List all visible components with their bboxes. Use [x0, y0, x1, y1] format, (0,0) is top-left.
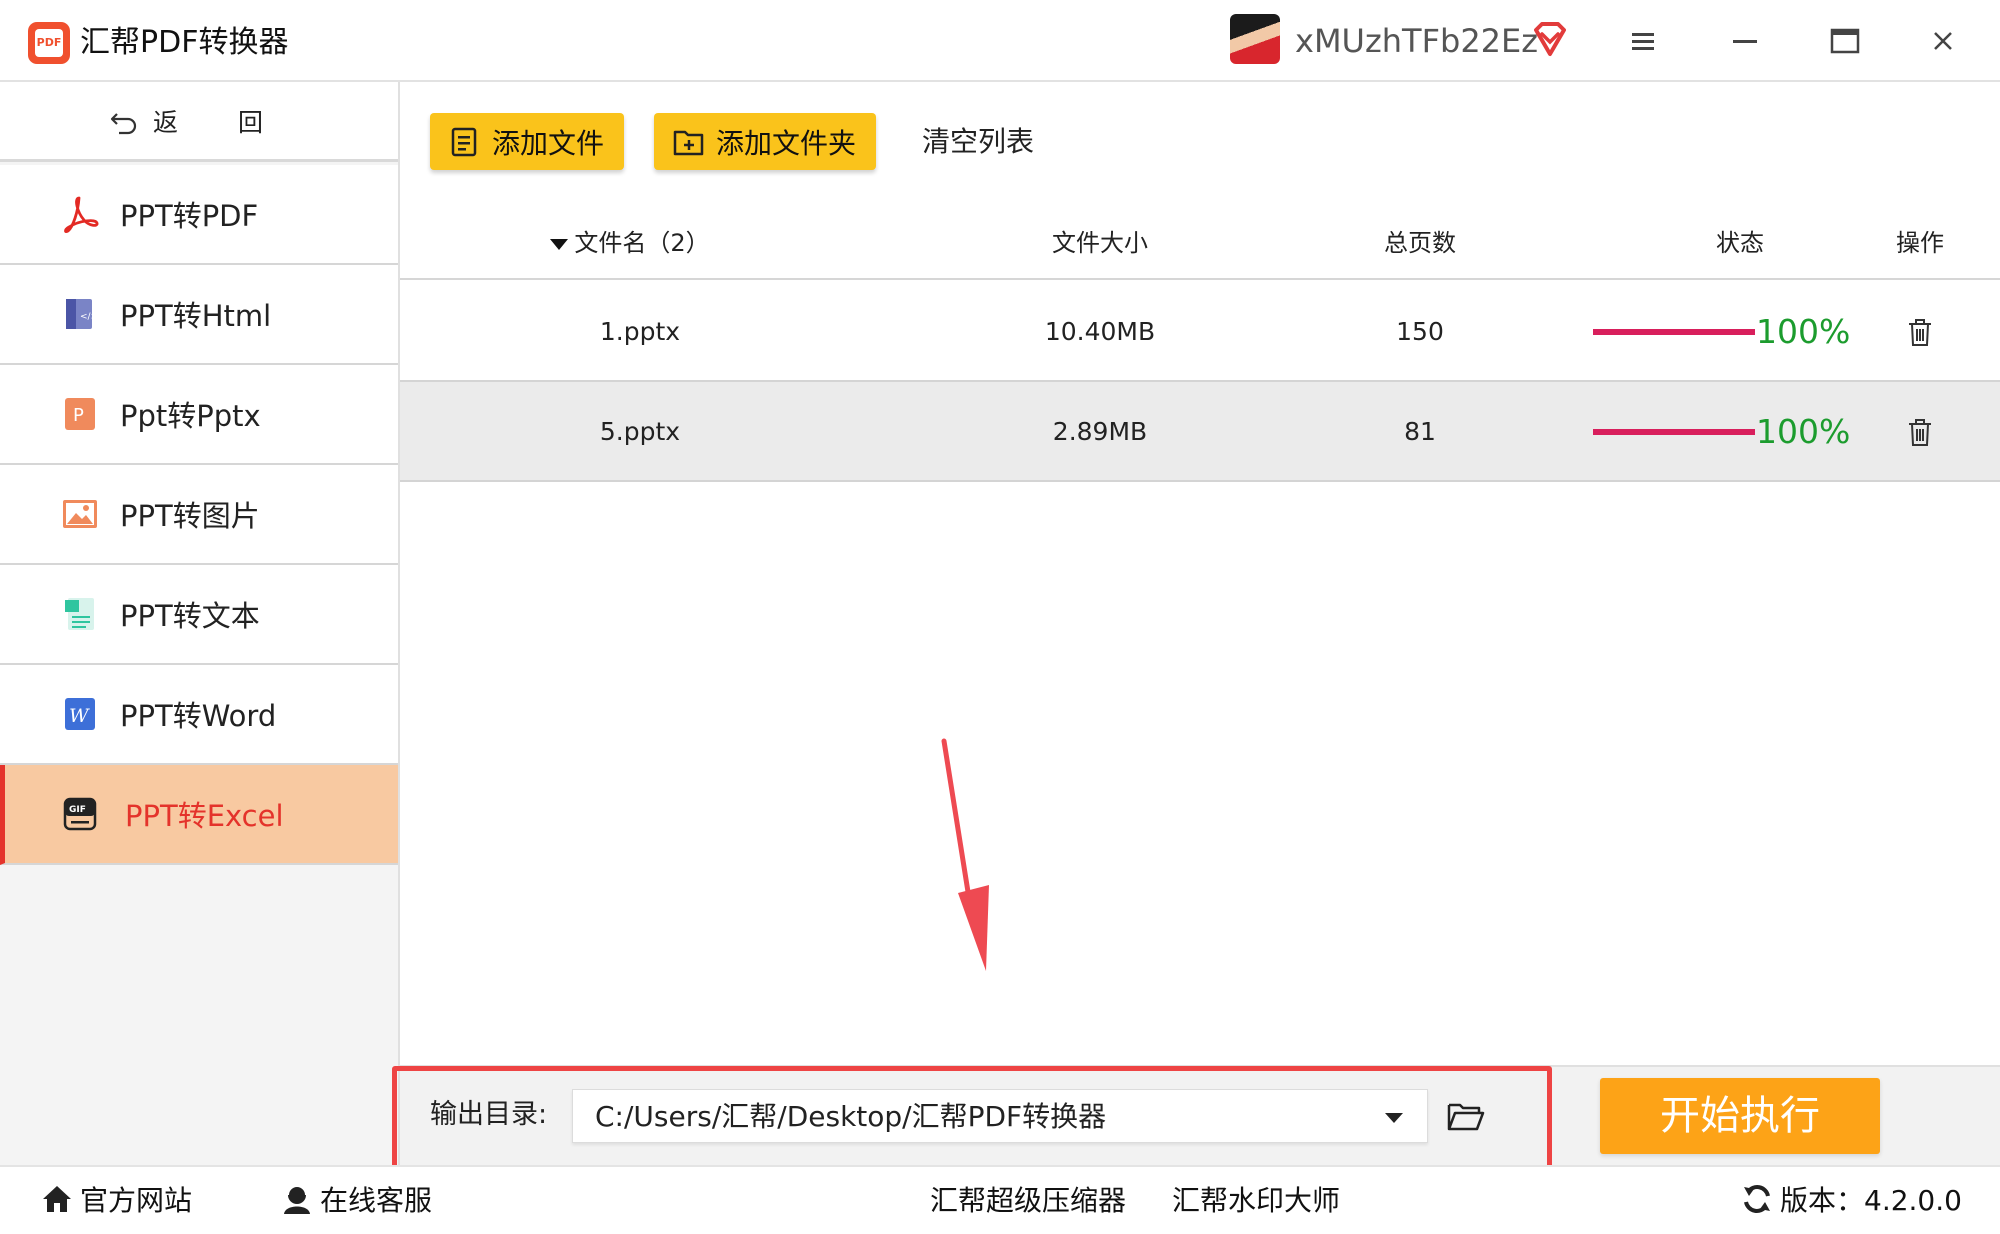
- official-website-label: 官方网站: [80, 1184, 193, 1217]
- home-icon: [43, 1186, 71, 1212]
- menu-icon[interactable]: [1620, 18, 1666, 64]
- file-size: 10.40MB: [1044, 317, 1156, 346]
- file-name: 1.pptx: [599, 317, 681, 346]
- svg-text:P: P: [73, 405, 84, 426]
- sidebar-item-ppt-to-text[interactable]: PPT转文本: [0, 565, 398, 665]
- progress-bar: [1593, 429, 1755, 435]
- maximize-icon[interactable]: [1822, 18, 1868, 64]
- column-header-name-label: 文件名（2）: [574, 229, 710, 257]
- back-label: 返 回: [153, 107, 289, 137]
- chevron-down-icon[interactable]: [1385, 1113, 1403, 1123]
- sidebar-item-ppt-to-image[interactable]: PPT转图片: [0, 465, 398, 565]
- sort-caret-icon: [550, 238, 569, 250]
- add-folder-label: 添加文件夹: [716, 126, 857, 160]
- user-avatar[interactable]: [1230, 14, 1280, 64]
- version-info: 版本：4.2.0.0: [1740, 1179, 1962, 1219]
- progress-percent: 100%: [1756, 412, 1851, 451]
- sidebar: 返 回 PPT转PDF </> PPT转Html P Ppt转Pptx PPT转…: [0, 82, 400, 1165]
- online-support-label: 在线客服: [320, 1184, 433, 1217]
- delete-icon[interactable]: [1904, 416, 1936, 448]
- version-label: 版本：4.2.0.0: [1780, 1184, 1962, 1217]
- html-file-icon: </>: [66, 299, 98, 329]
- sidebar-item-label: PPT转图片: [120, 499, 260, 533]
- output-dir-label: 输出目录:: [430, 1099, 548, 1130]
- add-file-label: 添加文件: [492, 126, 605, 160]
- svg-text:</>: </>: [80, 312, 98, 322]
- sidebar-item-ppt-to-pdf[interactable]: PPT转PDF: [0, 165, 398, 265]
- sidebar-item-ppt-to-pptx[interactable]: P Ppt转Pptx: [0, 365, 398, 465]
- sidebar-item-label: PPT转Excel: [125, 799, 284, 833]
- minimize-icon[interactable]: [1722, 18, 1768, 64]
- file-size: 2.89MB: [1052, 417, 1148, 446]
- pptx-icon: P: [65, 398, 95, 430]
- back-arrow-icon: [110, 112, 137, 134]
- progress-bar: [1593, 329, 1755, 335]
- support-agent-icon: [284, 1185, 310, 1214]
- add-file-icon: [451, 127, 477, 156]
- column-header-name[interactable]: 文件名（2）: [400, 208, 830, 278]
- sidebar-item-label: PPT转Word: [120, 699, 277, 733]
- output-path-value: C:/Users/汇帮/Desktop/汇帮PDF转换器: [595, 1100, 1107, 1133]
- status-bar: 官方网站 在线客服 汇帮超级压缩器 汇帮水印大师 版本：4.2.0.0: [0, 1165, 2000, 1234]
- text-file-icon: [65, 598, 94, 630]
- delete-icon[interactable]: [1904, 316, 1936, 348]
- clear-list-button[interactable]: 清空列表: [922, 122, 1034, 162]
- sidebar-item-ppt-to-html[interactable]: </> PPT转Html: [0, 265, 398, 365]
- sidebar-item-label: Ppt转Pptx: [120, 399, 261, 433]
- close-icon[interactable]: [1920, 18, 1966, 64]
- back-button[interactable]: 返 回: [0, 82, 398, 162]
- sidebar-item-label: PPT转PDF: [120, 199, 259, 233]
- gif-excel-icon: GIF: [63, 797, 97, 831]
- column-header-size: 文件大小: [1052, 229, 1148, 257]
- app-logo-text: PDF: [35, 29, 63, 57]
- word-icon: W: [65, 698, 95, 730]
- image-icon: [63, 500, 97, 528]
- watermark-link[interactable]: 汇帮水印大师: [1172, 1179, 1340, 1219]
- file-name: 5.pptx: [599, 417, 681, 446]
- start-button[interactable]: 开始执行: [1600, 1078, 1880, 1154]
- add-file-button[interactable]: 添加文件: [430, 113, 624, 170]
- column-header-action: 操作: [1896, 229, 1944, 257]
- refresh-icon: [1744, 1185, 1770, 1213]
- vip-diamond-icon[interactable]: [1530, 20, 1570, 60]
- official-website-link[interactable]: 官方网站: [40, 1179, 192, 1219]
- sidebar-item-ppt-to-word[interactable]: W PPT转Word: [0, 665, 398, 765]
- add-folder-button[interactable]: 添加文件夹: [654, 113, 876, 170]
- compressor-link[interactable]: 汇帮超级压缩器: [930, 1179, 1126, 1219]
- table-header: 文件名（2） 文件大小 总页数 状态 操作: [400, 208, 2000, 280]
- sidebar-item-ppt-to-excel[interactable]: GIF PPT转Excel: [0, 765, 398, 865]
- add-folder-icon: [673, 130, 704, 155]
- acrobat-icon: [64, 196, 99, 234]
- column-header-pages: 总页数: [1384, 229, 1456, 257]
- svg-text:GIF: GIF: [69, 805, 86, 815]
- username[interactable]: xMUzhTFb22Ez: [1295, 20, 1538, 62]
- online-support-link[interactable]: 在线客服: [280, 1179, 432, 1219]
- progress-percent: 100%: [1756, 312, 1851, 351]
- svg-text:W: W: [69, 705, 90, 727]
- column-header-status: 状态: [1716, 229, 1764, 257]
- sidebar-item-label: PPT转Html: [120, 299, 272, 333]
- sidebar-item-label: PPT转文本: [120, 599, 260, 633]
- title-bar: PDF 汇帮PDF转换器 xMUzhTFb22Ez: [0, 0, 2000, 82]
- annotation-arrow-icon: [941, 738, 989, 971]
- page-count: 81: [1404, 417, 1436, 446]
- open-folder-icon[interactable]: [1446, 1096, 1486, 1136]
- app-title: 汇帮PDF转换器: [80, 25, 289, 60]
- page-count: 150: [1396, 317, 1444, 346]
- output-path-select[interactable]: C:/Users/汇帮/Desktop/汇帮PDF转换器: [572, 1089, 1428, 1143]
- app-logo-icon: PDF: [28, 22, 70, 64]
